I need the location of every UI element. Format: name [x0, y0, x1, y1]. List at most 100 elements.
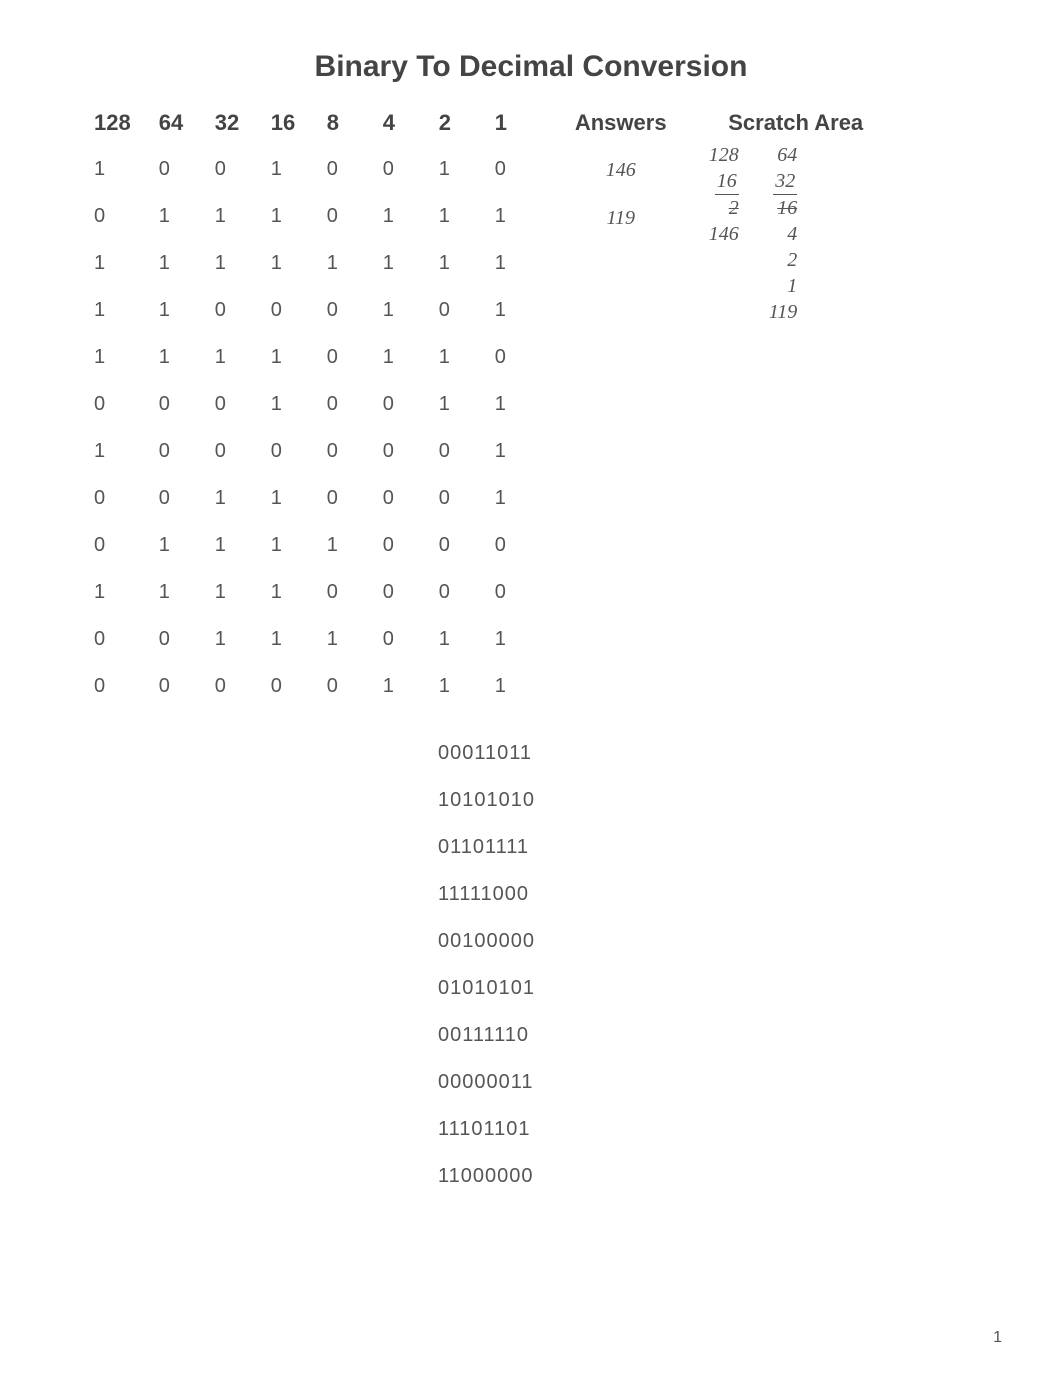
- binary-cell: 1: [145, 334, 201, 381]
- lower-binary-item: 00100000: [438, 918, 982, 965]
- binary-table: 128 64 32 16 8 4 2 1 1001001001110111111…: [80, 104, 537, 710]
- binary-cell: 1: [201, 193, 257, 240]
- table-row: 11110110: [80, 334, 537, 381]
- answer-cell: [561, 482, 681, 530]
- binary-cell: 0: [313, 475, 369, 522]
- binary-cell: 1: [201, 334, 257, 381]
- binary-cell: 0: [80, 193, 145, 240]
- scratch-value: 128: [709, 142, 739, 168]
- binary-cell: 0: [425, 475, 481, 522]
- col-header: 4: [369, 104, 425, 146]
- binary-cell: 1: [481, 616, 537, 663]
- binary-cell: 1: [425, 240, 481, 287]
- lower-binary-item: 00000011: [438, 1059, 982, 1106]
- binary-cell: 0: [201, 287, 257, 334]
- binary-cell: 1: [257, 193, 313, 240]
- table-row: 00000111: [80, 663, 537, 710]
- binary-cell: 1: [425, 146, 481, 193]
- binary-cell: 1: [425, 616, 481, 663]
- scratch-body: 128 16 2 146 64 32 16 4 2 1 119: [691, 142, 901, 325]
- binary-cell: 0: [313, 334, 369, 381]
- binary-cell: 1: [145, 193, 201, 240]
- binary-cell: 1: [80, 428, 145, 475]
- binary-cell: 1: [145, 287, 201, 334]
- binary-cell: 0: [145, 616, 201, 663]
- binary-cell: 0: [80, 522, 145, 569]
- table-row: 11110000: [80, 569, 537, 616]
- scratch-area: Scratch Area 128 16 2 146 64 32 16 4 2 1…: [691, 104, 901, 325]
- binary-cell: 0: [313, 193, 369, 240]
- binary-cell: 1: [369, 663, 425, 710]
- lower-binary-item: 10101010: [438, 777, 982, 824]
- binary-cell: 1: [201, 616, 257, 663]
- binary-cell: 1: [257, 146, 313, 193]
- table-row: 10010010: [80, 146, 537, 193]
- binary-cell: 0: [145, 146, 201, 193]
- lower-binary-item: 00011011: [438, 730, 982, 777]
- scratch-value: 16: [777, 195, 797, 221]
- table-row: 01110111: [80, 193, 537, 240]
- answer-cell: [561, 290, 681, 338]
- binary-cell: 1: [257, 334, 313, 381]
- binary-cell: 1: [369, 193, 425, 240]
- binary-cell: 1: [481, 663, 537, 710]
- binary-cell: 1: [201, 522, 257, 569]
- lower-binary-item: 00111110: [438, 1012, 982, 1059]
- binary-cell: 1: [257, 475, 313, 522]
- lower-binary-list: 0001101110101010011011111111100000100000…: [438, 730, 982, 1200]
- binary-cell: 1: [481, 381, 537, 428]
- binary-cell: 1: [425, 193, 481, 240]
- binary-cell: 0: [481, 146, 537, 193]
- scratch-value: 2: [729, 195, 739, 221]
- table-row: 11111111: [80, 240, 537, 287]
- answer-cell: 146: [561, 146, 681, 194]
- table-row: 01111000: [80, 522, 537, 569]
- binary-cell: 1: [80, 287, 145, 334]
- binary-cell: 1: [313, 522, 369, 569]
- binary-cell: 0: [257, 287, 313, 334]
- binary-cell: 0: [80, 381, 145, 428]
- binary-cell: 1: [201, 569, 257, 616]
- binary-cell: 0: [369, 475, 425, 522]
- binary-cell: 0: [369, 381, 425, 428]
- scratch-left-column: 128 16 2 146: [709, 142, 739, 325]
- col-header: 128: [80, 104, 145, 146]
- scratch-value: 64: [777, 142, 797, 168]
- binary-cell: 1: [313, 616, 369, 663]
- scratch-value: 1: [787, 273, 797, 299]
- scratch-value: 16: [715, 168, 739, 195]
- binary-cell: 1: [80, 334, 145, 381]
- answer-cell: [561, 530, 681, 578]
- answer-cell: [561, 338, 681, 386]
- binary-cell: 1: [201, 475, 257, 522]
- binary-cell: 0: [201, 381, 257, 428]
- binary-cell: 1: [369, 334, 425, 381]
- col-header: 64: [145, 104, 201, 146]
- binary-cell: 0: [201, 663, 257, 710]
- scratch-value: 4: [787, 221, 797, 247]
- col-header: 32: [201, 104, 257, 146]
- binary-cell: 0: [313, 381, 369, 428]
- binary-cell: 0: [201, 146, 257, 193]
- binary-cell: 0: [313, 287, 369, 334]
- binary-cell: 1: [257, 240, 313, 287]
- binary-cell: 0: [80, 616, 145, 663]
- binary-cell: 1: [145, 569, 201, 616]
- binary-cell: 1: [313, 240, 369, 287]
- table-header-row: 128 64 32 16 8 4 2 1: [80, 104, 537, 146]
- binary-cell: 0: [257, 428, 313, 475]
- binary-cell: 0: [369, 522, 425, 569]
- lower-binary-item: 11101101: [438, 1106, 982, 1153]
- scratch-value: 2: [787, 247, 797, 273]
- binary-cell: 0: [425, 569, 481, 616]
- col-header: 16: [257, 104, 313, 146]
- answer-cell: 119: [561, 194, 681, 242]
- binary-cell: 0: [425, 287, 481, 334]
- answers-column: Answers 146119: [561, 104, 681, 722]
- binary-cell: 1: [369, 240, 425, 287]
- col-header: 2: [425, 104, 481, 146]
- scratch-right-column: 64 32 16 4 2 1 119: [769, 142, 798, 325]
- binary-cell: 1: [425, 334, 481, 381]
- binary-cell: 0: [369, 616, 425, 663]
- table-row: 10000001: [80, 428, 537, 475]
